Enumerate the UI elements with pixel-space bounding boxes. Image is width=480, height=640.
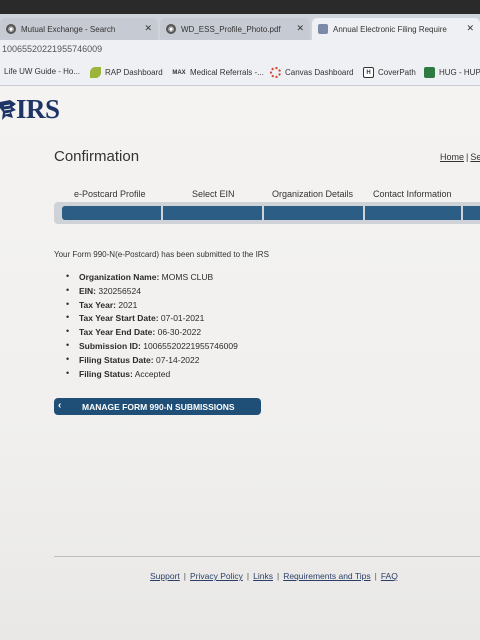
close-tab-icon[interactable]: ✕: [466, 23, 474, 34]
bookmark-coverpath[interactable]: H CoverPath: [363, 67, 416, 78]
step-label-select-ein: Select EIN: [192, 189, 235, 199]
detail-label: Filing Status Date:: [79, 354, 154, 365]
max-logo-icon: MAX: [172, 69, 186, 76]
progress-segment: [62, 206, 161, 220]
detail-filing-status-date: Filing Status Date: 07-14-2022: [66, 354, 238, 369]
chevron-left-icon: ‹: [58, 400, 62, 411]
irs-logo[interactable]: IRS: [0, 94, 60, 125]
footer-link-links[interactable]: Links: [253, 571, 273, 581]
bookmark-label: Life UW Guide - Ho...: [4, 67, 81, 76]
close-tab-icon[interactable]: ✕: [296, 23, 304, 34]
detail-label: EIN:: [79, 285, 96, 296]
link-separator: |: [276, 571, 280, 581]
page-title: Confirmation: [54, 148, 140, 165]
globe-icon: ◉: [166, 24, 176, 34]
canvas-icon: [270, 67, 281, 78]
home-link[interactable]: Home: [440, 152, 464, 162]
document-icon: [318, 24, 328, 34]
bookmark-canvas-dashboard[interactable]: Canvas Dashboard: [270, 67, 353, 78]
browser-tab-profile-photo[interactable]: ◉ WD_ESS_Profile_Photo.pdf ✕: [160, 18, 310, 40]
footer-link-privacy-policy[interactable]: Privacy Policy: [190, 571, 243, 581]
detail-label: Organization Name:: [79, 272, 160, 282]
detail-value: 10065520221955746009: [143, 340, 238, 351]
footer-divider: [54, 556, 480, 557]
top-links: Home | Se: [440, 152, 480, 162]
button-label: MANAGE FORM 990-N SUBMISSIONS: [82, 401, 235, 412]
link-separator: |: [246, 571, 250, 581]
address-bar-url: 10065520221955746009: [2, 44, 103, 54]
progress-segment: [365, 206, 461, 220]
irs-page: IRS Confirmation Home | Se e-Postcard Prof…: [0, 86, 480, 640]
bookmark-label: HUG - HUP: [439, 68, 480, 77]
submission-message: Your Form 990-N(e-Postcard) has been sub…: [54, 250, 269, 259]
progress-segment: [463, 206, 480, 220]
link-separator: |: [374, 571, 377, 581]
manage-form-990n-submissions-button[interactable]: ‹ MANAGE FORM 990-N SUBMISSIONS: [54, 398, 261, 415]
bookmark-label: Medical Referrals -...: [190, 68, 264, 77]
detail-value: 06-30-2022: [157, 327, 202, 338]
bookmark-label: CoverPath: [378, 68, 416, 77]
detail-label: Submission ID:: [79, 340, 141, 351]
coverpath-icon: H: [363, 67, 374, 78]
bookmark-label: RAP Dashboard: [105, 68, 163, 77]
link-separator: |: [183, 571, 186, 581]
footer-link-requirements-and-tips[interactable]: Requirements and Tips: [283, 571, 370, 581]
step-label-organization-details: Organization Details: [272, 189, 354, 199]
progress-segment: [264, 206, 363, 220]
link-separator: |: [466, 152, 469, 162]
browser-tab-annual-filing[interactable]: Annual Electronic Filing Require ✕: [312, 18, 480, 40]
tab-title: Annual Electronic Filing Require: [333, 24, 447, 34]
bookmark-hug-hup[interactable]: HUG - HUP: [424, 67, 480, 78]
browser-tab-mutual-exchange[interactable]: ◉ Mutual Exchange - Search ✕: [0, 18, 158, 40]
detail-tax-year: Tax Year: 2021: [66, 299, 238, 314]
step-label-epostcard-profile: e-Postcard Profile: [74, 189, 146, 199]
eagle-icon: [0, 99, 16, 120]
footer-link-faq[interactable]: FAQ: [381, 571, 398, 581]
bookmark-rap-dashboard[interactable]: RAP Dashboard: [90, 67, 163, 78]
tab-title: Mutual Exchange - Search: [21, 24, 116, 34]
detail-tax-year-end: Tax Year End Date: 06-30-2022: [66, 326, 238, 341]
progress-segment: [163, 206, 262, 220]
step-label-contact-information: Contact Information: [373, 189, 452, 199]
progress-bar: [54, 202, 480, 224]
tab-title: WD_ESS_Profile_Photo.pdf: [181, 24, 281, 34]
browser-tab-bar: ◉ Mutual Exchange - Search ✕ ◉ WD_ESS_Pr…: [0, 14, 480, 40]
detail-value: 07-01-2021: [160, 313, 205, 324]
detail-label: Filing Status:: [79, 368, 133, 379]
bookmarks-bar: Life UW Guide - Ho... RAP Dashboard MAX …: [0, 60, 480, 86]
footer-links: Support | Privacy Policy | Links | Requirement…: [150, 571, 398, 581]
detail-value: 2021: [118, 299, 138, 310]
secondary-top-link[interactable]: Se: [470, 152, 480, 162]
bookmark-medical-referrals[interactable]: MAX Medical Referrals -...: [172, 67, 264, 78]
footer-link-support[interactable]: Support: [150, 571, 180, 581]
detail-tax-year-start: Tax Year Start Date: 07-01-2021: [66, 312, 238, 327]
close-tab-icon[interactable]: ✕: [144, 23, 152, 34]
detail-value: Accepted: [134, 368, 171, 379]
bookmark-label: Canvas Dashboard: [285, 68, 354, 77]
bookmark-life-uw-guide[interactable]: Life UW Guide - Ho...: [4, 67, 80, 76]
detail-label: Tax Year:: [79, 299, 117, 310]
detail-submission-id: Submission ID: 10065520221955746009: [66, 340, 238, 355]
globe-icon: ◉: [6, 24, 16, 34]
leaf-icon: [90, 67, 101, 78]
detail-filing-status: Filing Status: Accepted: [66, 368, 238, 383]
detail-label: Tax Year End Date:: [79, 327, 156, 338]
detail-ein: EIN: 320256524: [66, 285, 238, 300]
submission-details-list: Organization Name: MOMS CLUB EIN: 320256…: [66, 271, 238, 383]
detail-organization-name: Organization Name: MOMS CLUB: [66, 271, 238, 286]
detail-value: 07-14-2022: [156, 354, 200, 365]
detail-value: MOMS CLUB: [161, 272, 214, 282]
detail-value: 320256524: [98, 285, 141, 296]
irs-logo-text: IRS: [16, 94, 60, 124]
address-bar[interactable]: 10065520221955746009: [0, 40, 480, 60]
hug-icon: [424, 67, 435, 78]
detail-label: Tax Year Start Date:: [79, 313, 159, 324]
